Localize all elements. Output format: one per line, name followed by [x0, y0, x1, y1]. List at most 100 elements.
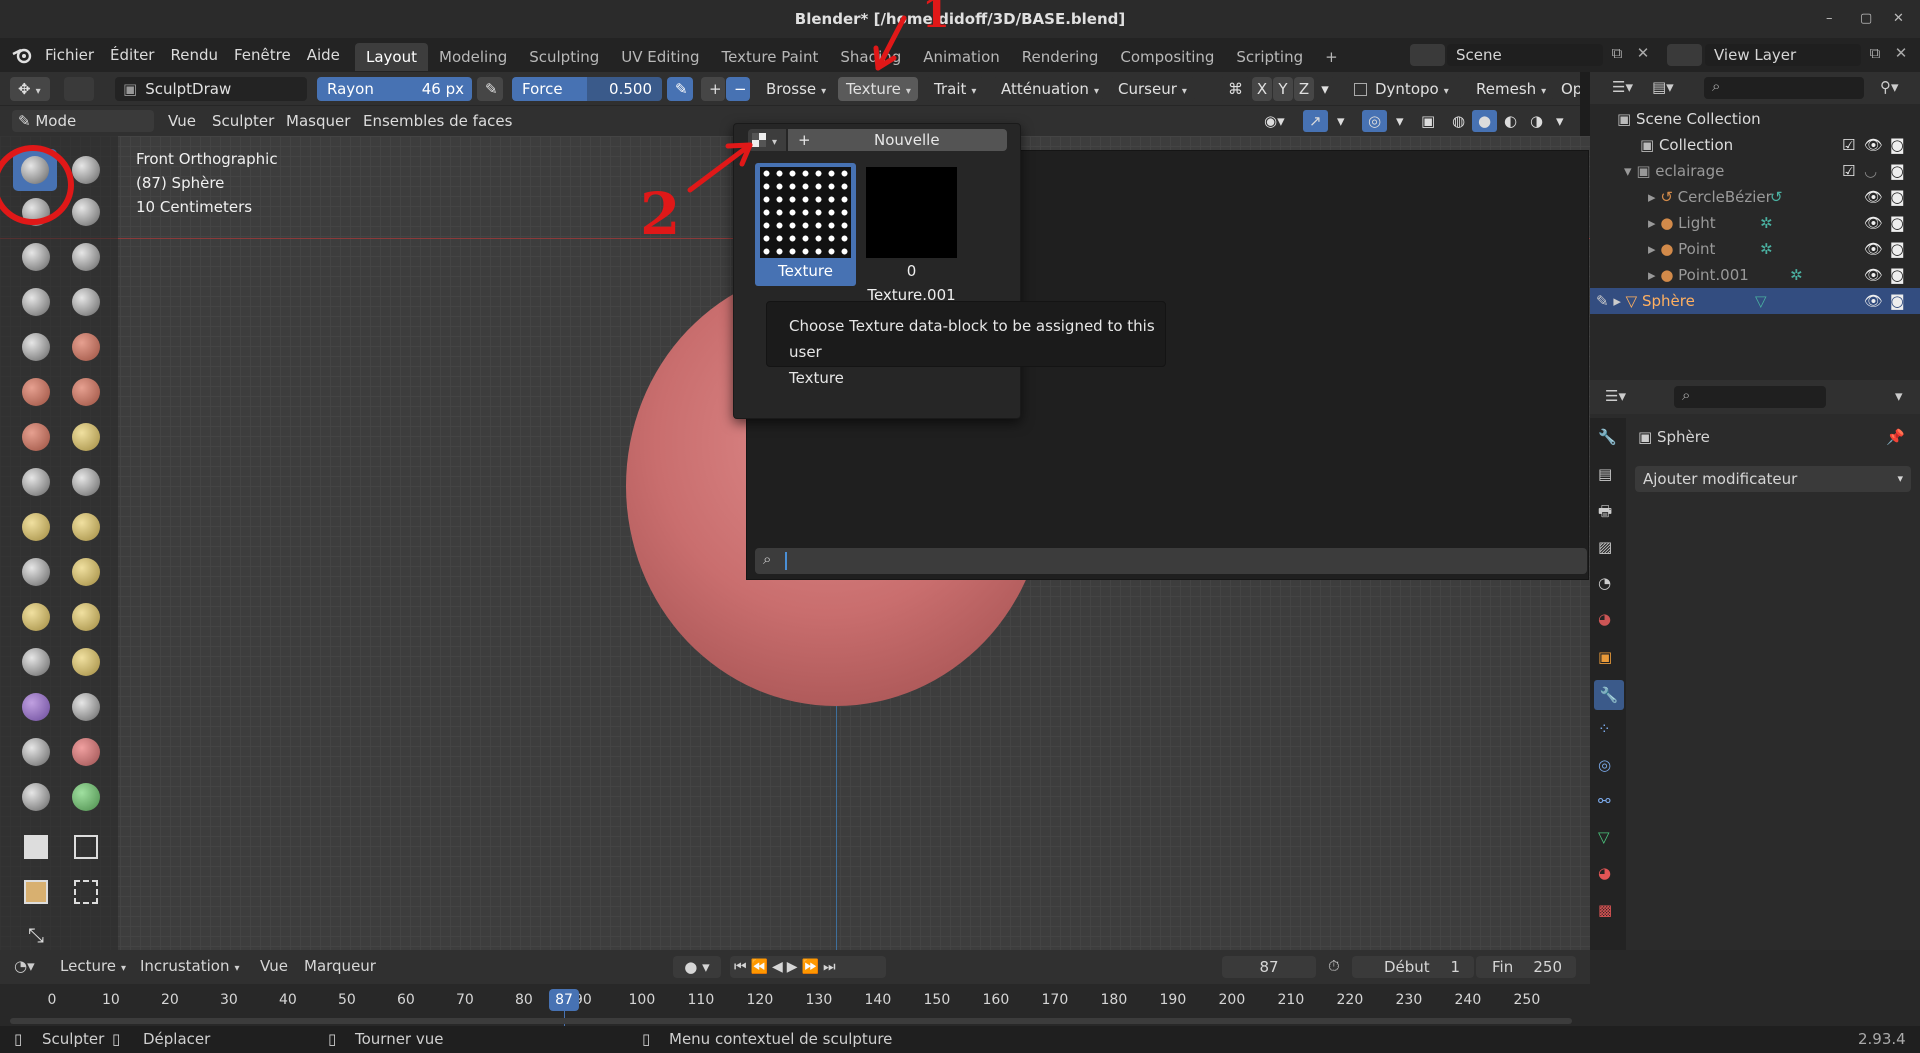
face-sets-menu[interactable]: Ensembles de faces [357, 110, 518, 132]
radius-slider[interactable]: Rayon 46 px [317, 77, 472, 101]
exclude-checkbox[interactable]: ☑ [1842, 132, 1855, 158]
sculpt-menu[interactable]: Sculpter [206, 110, 280, 132]
brush-menu[interactable]: Brosse ▾ [758, 77, 832, 101]
menu-aide[interactable]: Aide [299, 38, 348, 72]
mode-selector[interactable]: ✎ Mode sculpt...▾ [12, 110, 154, 152]
scrape-tool[interactable] [14, 416, 58, 458]
slide-relax-tool[interactable] [14, 641, 58, 683]
editor-type-icon[interactable]: ☰▾ [1612, 78, 1633, 96]
constraints-tab-icon[interactable]: ⚯ [1598, 792, 1611, 810]
expand-arrow-icon[interactable]: ▸ [1613, 292, 1625, 310]
delete-view-layer-icon[interactable]: ✕ [1890, 44, 1912, 66]
camera-icon[interactable]: ◙ [1890, 262, 1905, 288]
record-button[interactable]: ● ▾ [673, 956, 721, 978]
scene-selector-icon[interactable] [1410, 44, 1445, 66]
menu-fichier[interactable]: Fichier [37, 38, 102, 72]
timeline-track[interactable]: 0 10 20 30 40 50 60 70 80 90 100 110 120 130 140 150 160… [0, 984, 1590, 1026]
snake-hook-tool[interactable] [64, 506, 108, 548]
visibility-icon[interactable]: ◉▾ [1258, 110, 1291, 132]
pin-icon[interactable]: 📌 [1886, 424, 1905, 450]
camera-icon[interactable]: ◙ [1890, 158, 1905, 184]
outliner-search-input[interactable]: ⌕ [1704, 77, 1864, 99]
blob-tool[interactable] [64, 281, 108, 323]
eye-icon[interactable]: 👁 [1864, 236, 1883, 262]
view-menu[interactable]: Vue [162, 110, 202, 132]
tab-compositing[interactable]: Compositing [1109, 43, 1225, 71]
wireframe-shading-icon[interactable]: ◍ [1446, 110, 1471, 132]
properties-search-input[interactable]: ⌕ [1674, 386, 1826, 408]
mirror-options-caret[interactable]: ▾ [1315, 77, 1335, 101]
solid-shading-icon[interactable]: ● [1472, 110, 1498, 132]
scene-field[interactable]: Scene [1447, 44, 1603, 66]
modifier-tab-icon[interactable]: 🔧 [1594, 680, 1624, 710]
grab-tool[interactable] [64, 461, 108, 503]
start-frame-field[interactable]: Début 1 [1352, 956, 1474, 978]
end-frame-field[interactable]: Fin 250 [1476, 956, 1576, 978]
keying-menu[interactable]: Incrustation ▾ [140, 957, 240, 975]
mirror-y-toggle[interactable]: Y [1273, 77, 1293, 101]
boundary-tool[interactable] [64, 641, 108, 683]
minimize-button[interactable]: – [1826, 0, 1833, 38]
outliner-row-light[interactable]: ▸ ● Light ✲ 👁 ◙ [1590, 210, 1920, 236]
mirror-x-toggle[interactable]: X [1252, 77, 1272, 101]
clay-thumb-tool[interactable] [14, 236, 58, 278]
outliner-row-scene-collection[interactable]: ▣ Scene Collection [1590, 106, 1920, 132]
data-tab-icon[interactable]: ▽ [1598, 828, 1610, 846]
texture-tab-icon[interactable]: ▩ [1598, 901, 1612, 919]
symmetry-icon[interactable]: ⌘ [1220, 77, 1250, 101]
overlay-icon[interactable]: ◎ [1362, 110, 1388, 132]
layer-tool[interactable] [64, 236, 108, 278]
rotate-tool[interactable] [64, 596, 108, 638]
outliner-row-point[interactable]: ▸ ● Point ✲ 👁 ◙ [1590, 236, 1920, 262]
tab-modeling[interactable]: Modeling [428, 43, 518, 71]
box-trim-tool[interactable] [64, 871, 108, 913]
expand-arrow-icon[interactable]: ▸ [1648, 188, 1660, 206]
elastic-deform-tool[interactable] [14, 506, 58, 548]
filter-icon[interactable]: ⚲▾ [1880, 78, 1899, 96]
subtract-direction-button[interactable]: − [726, 77, 750, 101]
outliner-row-eclairage[interactable]: ▾ ▣ eclairage ☑ ◡ ◙ [1590, 158, 1920, 184]
tab-texture-paint[interactable]: Texture Paint [711, 43, 830, 71]
material-tab-icon[interactable]: ◕ [1598, 864, 1611, 882]
physics-tab-icon[interactable]: ◎ [1598, 756, 1611, 774]
current-frame-field[interactable]: 87 [1222, 956, 1316, 978]
box-mask-tool[interactable] [14, 826, 58, 868]
texture-search-input[interactable]: ⌕ [755, 548, 1587, 574]
tool-selector-icon[interactable]: ✥ ▾ [10, 77, 50, 101]
gizmo-icon[interactable]: ↗ [1303, 110, 1328, 132]
cursor-menu[interactable]: Curseur ▾ [1110, 77, 1195, 101]
dyntopo-menu[interactable]: Dyntopo ▾ [1346, 77, 1461, 101]
menu-rendu[interactable]: Rendu [162, 38, 226, 72]
eye-icon[interactable]: 👁 [1864, 210, 1883, 236]
tab-layout[interactable]: Layout [355, 43, 428, 71]
mask-menu[interactable]: Masquer [280, 110, 356, 132]
texture-item-texture[interactable]: Texture [755, 163, 856, 286]
overlay-caret[interactable]: ▾ [1390, 110, 1410, 132]
tab-scripting[interactable]: Scripting [1225, 43, 1314, 71]
scene-tab-icon[interactable]: ◔ [1598, 574, 1611, 592]
expand-arrow-icon[interactable]: ▸ [1648, 214, 1660, 232]
material-shading-icon[interactable]: ◐ [1498, 110, 1523, 132]
texture-item-texture-001[interactable]: 0 Texture.001 [861, 163, 962, 304]
pose-tool[interactable] [64, 551, 108, 593]
add-workspace-button[interactable]: + [1314, 43, 1349, 71]
maximize-button[interactable]: ▢ [1860, 0, 1872, 38]
simplify-tool[interactable] [64, 686, 108, 728]
outliner-row-sphere[interactable]: ✎ ▸ ▽ Sphère ▽ 👁 ◙ [1590, 288, 1920, 314]
options-caret[interactable]: ▾ [1895, 387, 1903, 405]
brush-preview-icon[interactable] [64, 77, 94, 101]
close-button[interactable]: ✕ [1893, 0, 1904, 38]
new-view-layer-icon[interactable]: ⧉ [1864, 44, 1886, 66]
eye-icon[interactable]: 👁 [1864, 288, 1883, 314]
playback-menu[interactable]: Lecture ▾ [60, 957, 126, 975]
exclude-checkbox[interactable]: ☑ [1842, 158, 1855, 184]
falloff-menu[interactable]: Atténuation ▾ [993, 77, 1103, 101]
view-layer-tab-icon[interactable]: ▨ [1598, 538, 1612, 556]
expand-arrow-icon[interactable]: ▸ [1648, 240, 1660, 258]
remesh-menu[interactable]: Remesh ▾ [1468, 77, 1553, 101]
eye-icon[interactable]: 👁 [1864, 184, 1883, 210]
outliner-row-collection[interactable]: ▣ Collection ☑ 👁 ◙ [1590, 132, 1920, 158]
flatten-tool[interactable] [14, 371, 58, 413]
box-hide-tool[interactable] [64, 826, 108, 868]
mirror-z-toggle[interactable]: Z [1294, 77, 1314, 101]
